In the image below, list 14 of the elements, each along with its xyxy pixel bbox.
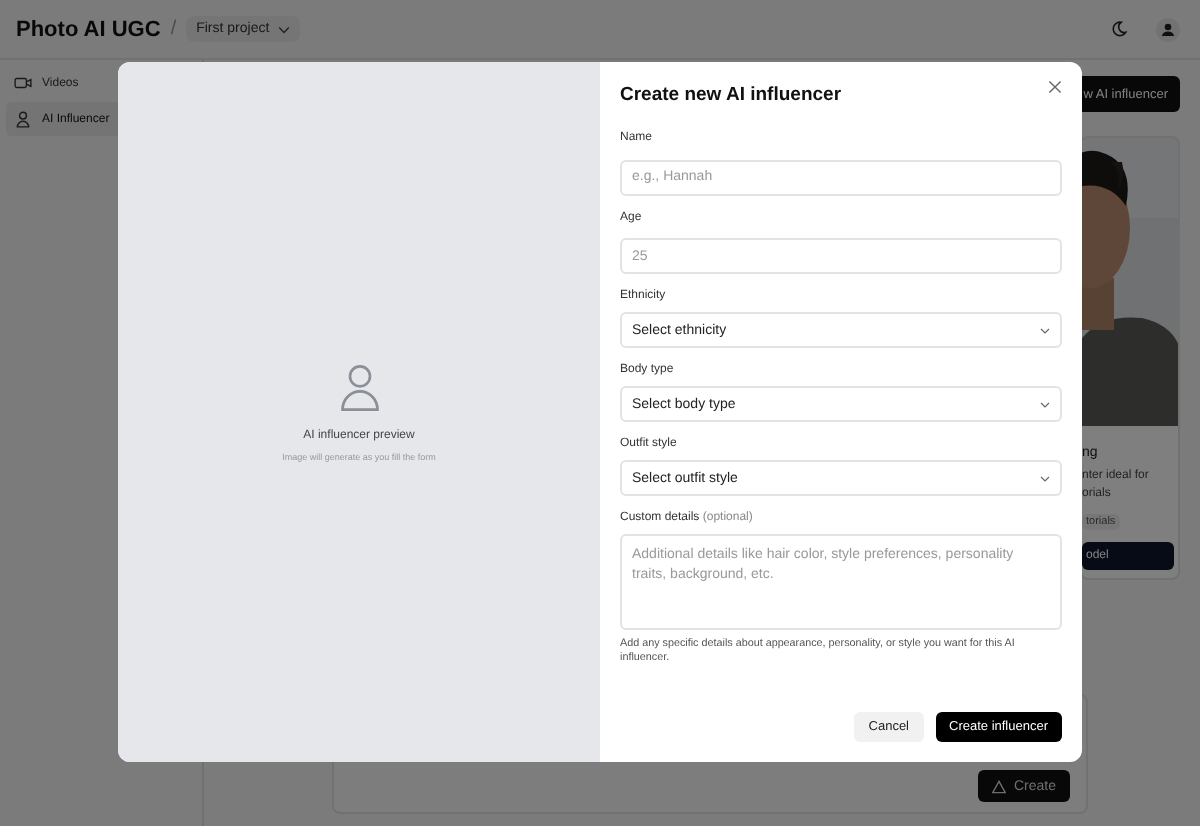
video-camera-icon xyxy=(14,74,32,92)
person-icon xyxy=(339,362,379,414)
chevron-down-icon xyxy=(277,25,290,33)
chevron-down-icon xyxy=(1040,327,1050,333)
close-icon[interactable] xyxy=(1048,80,1062,94)
app-title: Photo AI UGC xyxy=(16,17,161,41)
person-icon xyxy=(14,110,32,128)
triangle-icon xyxy=(991,779,1006,793)
moon-icon[interactable] xyxy=(1110,20,1128,38)
breadcrumb-separator: / xyxy=(170,18,177,40)
chevron-down-icon xyxy=(1040,401,1050,407)
chevron-down-icon xyxy=(1040,475,1050,481)
user-avatar-icon[interactable] xyxy=(1156,17,1180,41)
dialog-title: Create new AI influencer xyxy=(620,84,842,106)
